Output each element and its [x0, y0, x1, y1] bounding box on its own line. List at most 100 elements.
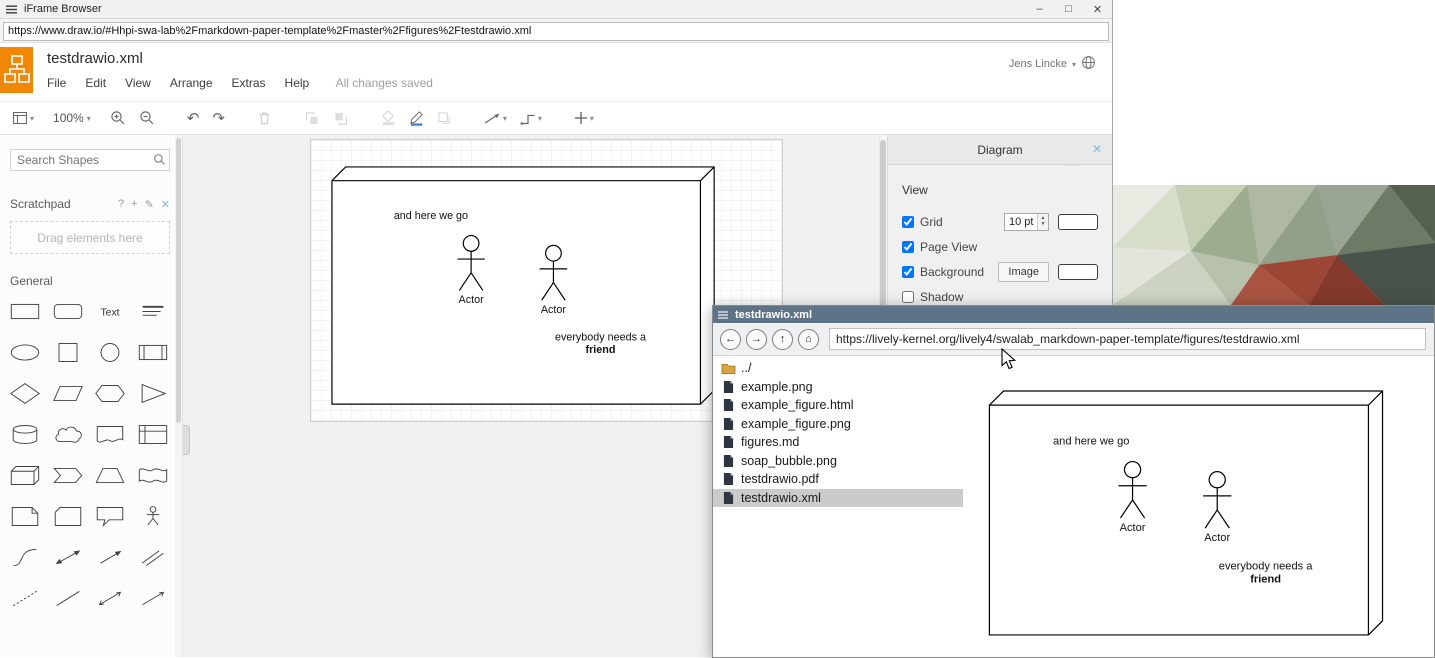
search-icon[interactable] — [153, 153, 166, 171]
menu-view[interactable]: View — [125, 76, 151, 90]
sidebar-scrollbar[interactable] — [175, 135, 182, 657]
browser-url-input[interactable] — [3, 22, 1109, 41]
scratchpad-help-icon[interactable]: ? — [118, 198, 124, 211]
shape-triangle[interactable] — [132, 380, 175, 406]
shape-link[interactable] — [132, 544, 175, 570]
background-image-button[interactable]: Image — [998, 262, 1049, 282]
grid-size-input[interactable]: 10 pt ▲▼ — [1004, 213, 1049, 231]
to-front-button[interactable] — [304, 111, 320, 126]
shape-square[interactable] — [47, 339, 90, 365]
drawio-diagram[interactable]: and here we go Actor Actor everybody nee… — [330, 165, 722, 410]
shape-cylinder[interactable] — [4, 421, 47, 447]
zoom-dropdown[interactable]: 100% ▾ — [53, 111, 91, 125]
file-item[interactable]: testdrawio.xml — [713, 489, 963, 508]
shadow-button[interactable] — [437, 111, 452, 126]
shape-bidirectional-connector[interactable] — [89, 585, 132, 611]
tab-diagram[interactable]: Diagram — [977, 143, 1022, 157]
scratchpad-edit-icon[interactable]: ✎ — [145, 198, 154, 211]
svg-text:Text: Text — [101, 307, 120, 318]
shape-text[interactable]: Text — [89, 298, 132, 324]
shape-diamond[interactable] — [4, 380, 47, 406]
menu-edit[interactable]: Edit — [85, 76, 106, 90]
scratchpad-dropzone[interactable]: Drag elements here — [10, 221, 170, 254]
menu-file[interactable]: File — [47, 76, 66, 90]
shape-step[interactable] — [47, 462, 90, 488]
shape-internal-storage[interactable] — [132, 421, 175, 447]
redo-button[interactable]: ↷ — [212, 111, 225, 126]
scratchpad-close-icon[interactable]: ✕ — [161, 198, 170, 211]
shape-hexagon[interactable] — [89, 380, 132, 406]
page-view-checkbox[interactable] — [902, 241, 914, 253]
shape-parallelogram[interactable] — [47, 380, 90, 406]
iframe-browser-titlebar[interactable]: iFrame Browser – □ ✕ — [0, 0, 1112, 19]
grid-color-swatch[interactable] — [1058, 214, 1098, 230]
search-shapes-input[interactable] — [10, 149, 170, 171]
shape-rounded-rectangle[interactable] — [47, 298, 90, 324]
shape-line[interactable] — [47, 585, 90, 611]
line-color-button[interactable] — [409, 110, 424, 126]
format-panel-close-icon[interactable]: ✕ — [1092, 142, 1102, 156]
sidebar-collapse-handle[interactable] — [183, 425, 190, 455]
shape-arrow[interactable] — [89, 544, 132, 570]
page-view-dropdown[interactable]: ▾ — [12, 111, 34, 125]
user-menu[interactable]: Jens Lincke — [1009, 58, 1067, 70]
shape-note[interactable] — [4, 503, 47, 529]
shape-callout[interactable] — [89, 503, 132, 529]
grid-checkbox[interactable] — [902, 216, 914, 228]
fill-color-button[interactable] — [381, 111, 396, 126]
scratchpad-add-icon[interactable]: + — [131, 198, 137, 211]
to-back-button[interactable] — [333, 111, 349, 126]
insert-dropdown[interactable]: ▾ — [574, 111, 594, 125]
window-menu-icon[interactable] — [6, 5, 17, 14]
shape-process[interactable] — [132, 339, 175, 365]
home-button[interactable]: ⌂ — [798, 329, 819, 350]
background-color-swatch[interactable] — [1058, 264, 1098, 280]
shape-rectangle[interactable] — [4, 298, 47, 324]
menu-arrange[interactable]: Arrange — [170, 76, 213, 90]
shape-cube[interactable] — [4, 462, 47, 488]
menu-extras[interactable]: Extras — [232, 76, 266, 90]
file-item[interactable]: example_figure.html — [713, 396, 963, 415]
shape-bidirectional-arrow[interactable] — [47, 544, 90, 570]
shape-ellipse[interactable] — [4, 339, 47, 365]
background-checkbox[interactable] — [902, 266, 914, 278]
menu-help[interactable]: Help — [285, 76, 310, 90]
connection-style-dropdown[interactable]: ▾ — [484, 112, 507, 125]
shape-directional-connector[interactable] — [132, 585, 175, 611]
delete-button[interactable] — [257, 111, 272, 126]
minimize-button[interactable]: – — [1025, 0, 1054, 18]
shape-actor[interactable] — [132, 503, 175, 529]
file-item[interactable]: figures.md — [713, 433, 963, 452]
window-menu-icon[interactable] — [718, 311, 728, 319]
undo-button[interactable]: ↶ — [187, 111, 200, 126]
language-globe-icon[interactable] — [1081, 55, 1096, 73]
shape-curve[interactable] — [4, 544, 47, 570]
file-item[interactable]: example_figure.png — [713, 415, 963, 434]
file-item[interactable]: example.png — [713, 378, 963, 397]
shape-tape[interactable] — [132, 462, 175, 488]
section-general[interactable]: General — [10, 274, 170, 288]
shape-circle[interactable] — [89, 339, 132, 365]
file-browser-titlebar[interactable]: testdrawio.xml — [713, 306, 1434, 323]
zoom-out-button[interactable] — [139, 110, 155, 126]
folder-item[interactable]: ../ — [713, 359, 963, 378]
forward-button[interactable]: → — [746, 329, 767, 350]
close-button[interactable]: ✕ — [1083, 0, 1112, 18]
maximize-button[interactable]: □ — [1054, 0, 1083, 18]
shape-cloud[interactable] — [47, 421, 90, 447]
shape-textbox[interactable] — [132, 298, 175, 324]
file-browser-url-input[interactable] — [829, 328, 1426, 350]
waypoints-dropdown[interactable]: ▾ — [520, 112, 542, 125]
shadow-checkbox[interactable] — [902, 291, 914, 303]
zoom-in-button[interactable] — [110, 110, 126, 126]
spinner-icon[interactable]: ▲▼ — [1037, 214, 1048, 230]
up-button[interactable]: ↑ — [772, 329, 793, 350]
shape-card[interactable] — [47, 503, 90, 529]
browser-address-bar — [0, 19, 1112, 43]
file-item[interactable]: testdrawio.pdf — [713, 470, 963, 489]
shape-document[interactable] — [89, 421, 132, 447]
shape-dotted-line[interactable] — [4, 585, 47, 611]
back-button[interactable]: ← — [720, 329, 741, 350]
file-item[interactable]: soap_bubble.png — [713, 452, 963, 471]
shape-trapezoid[interactable] — [89, 462, 132, 488]
